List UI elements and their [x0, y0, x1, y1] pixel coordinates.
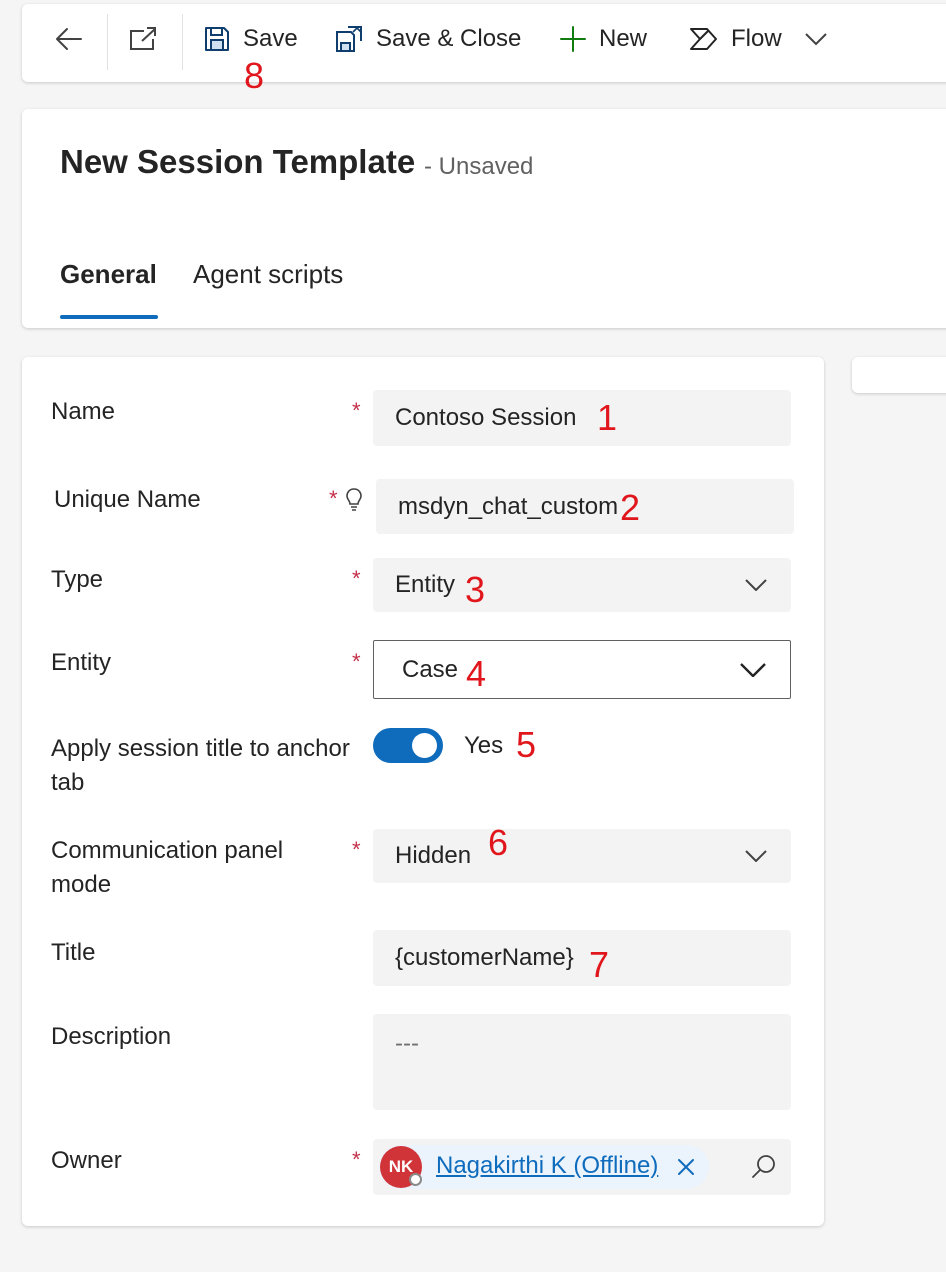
tab-agent-scripts[interactable]: Agent scripts	[193, 259, 343, 290]
apply-session-title-label: Apply session title to anchor tab	[51, 735, 350, 796]
entity-select[interactable]: Case	[373, 640, 791, 699]
type-label: Type	[51, 566, 104, 593]
save-status: - Unsaved	[424, 153, 534, 180]
communication-panel-mode-select[interactable]: Hidden	[373, 829, 791, 883]
name-label: Name	[51, 398, 116, 425]
owner-label: Owner	[51, 1147, 122, 1174]
annotation-marker-5: 5	[516, 724, 537, 765]
annotation-marker-7: 7	[589, 944, 610, 985]
tab-general[interactable]: General	[60, 259, 157, 290]
owner-link[interactable]: Nagakirthi K (Offline)	[436, 1152, 658, 1180]
back-arrow-icon	[56, 28, 82, 50]
side-panel	[852, 357, 946, 393]
name-input[interactable]: Contoso Session	[373, 390, 791, 446]
unique-name-label: Unique Name	[54, 486, 201, 513]
title-label: Title	[51, 939, 96, 966]
save-close-icon	[336, 26, 362, 52]
annotation-marker-6: 6	[488, 822, 509, 863]
toggle-state-text: Yes	[464, 732, 504, 759]
required-indicator: *	[352, 649, 361, 674]
entity-value: Case	[402, 655, 459, 683]
presence-offline-icon	[409, 1173, 422, 1186]
open-new-window-icon	[130, 27, 156, 50]
save-and-close-label: Save & Close	[376, 25, 522, 52]
save-label: Save	[243, 25, 298, 52]
annotation-marker-1: 1	[597, 397, 618, 438]
unique-name-value: msdyn_chat_custom	[398, 492, 619, 520]
required-indicator: *	[352, 837, 361, 862]
plus-icon	[560, 26, 586, 52]
name-value: Contoso Session	[395, 404, 577, 431]
flow-label: Flow	[731, 25, 782, 52]
type-select[interactable]: Entity	[373, 558, 791, 612]
communication-panel-mode-label: Communication panel mode	[51, 837, 284, 898]
unique-name-input[interactable]: msdyn_chat_custom	[376, 479, 794, 534]
new-label: New	[599, 25, 648, 52]
flow-button[interactable]: Flow	[689, 0, 784, 78]
flow-icon	[690, 28, 717, 50]
save-and-close-button[interactable]: Save & Close	[334, 0, 524, 78]
page-title: New Session Template	[60, 143, 416, 180]
title-input[interactable]: {customerName}	[373, 930, 791, 986]
annotation-marker-3: 3	[465, 569, 486, 610]
chevron-down-icon	[745, 850, 767, 862]
toggle-knob	[412, 733, 437, 758]
toolbar-divider	[182, 14, 183, 70]
required-indicator: *	[352, 398, 361, 423]
more-commands-button[interactable]	[804, 0, 830, 78]
entity-label: Entity	[51, 649, 112, 676]
tab-selected-indicator	[60, 315, 158, 319]
save-icon	[205, 27, 229, 51]
new-button[interactable]: New	[559, 0, 654, 78]
open-in-new-window-button[interactable]	[128, 0, 162, 78]
description-placeholder: ---	[395, 1030, 419, 1057]
chevron-down-icon	[740, 662, 766, 677]
communication-panel-mode-value: Hidden	[395, 842, 472, 869]
annotation-marker-4: 4	[466, 653, 487, 694]
description-label: Description	[51, 1023, 172, 1050]
back-button[interactable]	[54, 0, 90, 78]
form-header: New Session Template - Unsaved General A…	[22, 109, 946, 328]
lightbulb-icon[interactable]	[345, 487, 363, 513]
toolbar-divider	[107, 14, 108, 70]
required-indicator: *	[352, 1147, 361, 1172]
annotation-marker-8: 8	[244, 55, 265, 96]
dismiss-icon[interactable]	[677, 1158, 695, 1176]
description-textarea[interactable]: ---	[373, 1014, 791, 1110]
apply-session-title-toggle[interactable]	[373, 728, 443, 763]
annotation-marker-2: 2	[620, 487, 641, 528]
search-icon[interactable]	[751, 1153, 777, 1179]
required-indicator: *	[352, 566, 361, 591]
type-value: Entity	[395, 571, 456, 598]
chevron-down-icon	[745, 579, 767, 591]
required-indicator: *	[329, 486, 338, 511]
title-value: {customerName}	[395, 944, 574, 971]
chevron-down-icon	[805, 33, 827, 46]
